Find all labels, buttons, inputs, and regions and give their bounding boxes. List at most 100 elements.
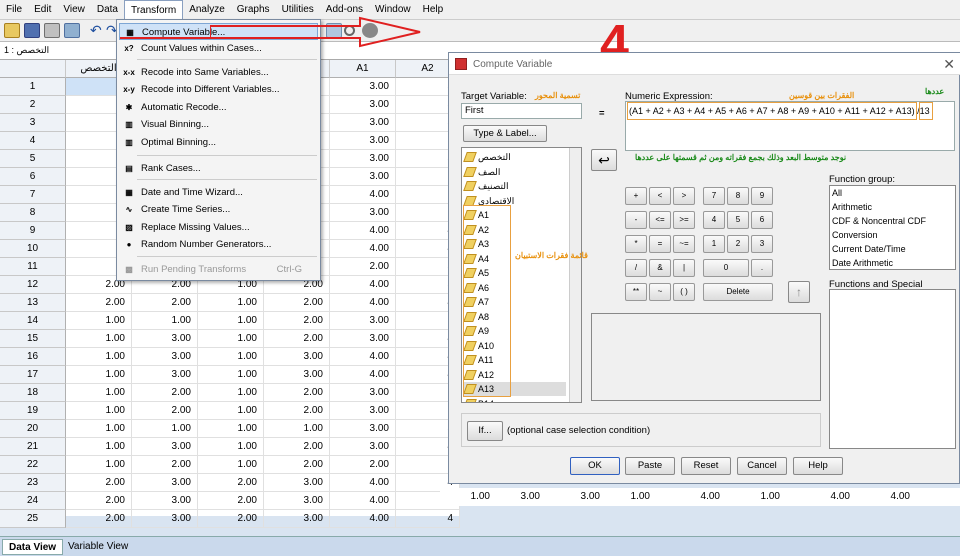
open-icon[interactable] <box>4 23 20 38</box>
row-header[interactable]: 23 <box>0 474 66 492</box>
keypad-button[interactable]: 5 <box>727 211 749 229</box>
table-cell[interactable]: 2.00 <box>66 294 132 312</box>
table-cell[interactable]: 4.00 <box>330 492 396 510</box>
table-cell[interactable]: 2.00 <box>264 402 330 420</box>
table-cell[interactable]: 1.00 <box>440 491 490 502</box>
table-cell[interactable]: 3.00 <box>330 96 396 114</box>
table-cell[interactable]: 1.00 <box>198 366 264 384</box>
row-header[interactable]: 4 <box>0 132 66 150</box>
menu-item-optimal-binning[interactable]: ▥ Optimal Binning... <box>119 134 318 151</box>
table-cell[interactable]: 4.00 <box>330 186 396 204</box>
help-button[interactable]: Help <box>793 457 843 475</box>
table-cell[interactable]: 3.00 <box>330 420 396 438</box>
functions-list[interactable] <box>829 289 956 449</box>
keypad-button[interactable]: 7 <box>703 187 725 205</box>
row-header[interactable]: 19 <box>0 402 66 420</box>
table-cell[interactable]: 3.00 <box>264 366 330 384</box>
table-cell[interactable]: 1.00 <box>66 420 132 438</box>
table-cell[interactable]: 4.00 <box>330 474 396 492</box>
row-header[interactable]: 14 <box>0 312 66 330</box>
table-cell[interactable]: 3.00 <box>330 168 396 186</box>
table-cell[interactable]: 2.00 <box>132 402 198 420</box>
row-header[interactable]: 11 <box>0 258 66 276</box>
keypad-button[interactable]: 8 <box>727 187 749 205</box>
row-header[interactable]: 17 <box>0 366 66 384</box>
keypad-button[interactable]: ** <box>625 283 647 301</box>
row-header[interactable]: 8 <box>0 204 66 222</box>
table-cell[interactable]: 2.00 <box>66 510 132 528</box>
function-group-item[interactable]: Current Date/Time <box>832 244 906 254</box>
table-cell[interactable]: 2.00 <box>132 456 198 474</box>
keypad-button[interactable]: ~ <box>649 283 671 301</box>
reset-button[interactable]: Reset <box>681 457 731 475</box>
variable-list-item[interactable]: الصف <box>463 165 566 179</box>
menu-item-replace-missing-values[interactable]: ▨ Replace Missing Values... <box>119 219 318 236</box>
menu-view[interactable]: View <box>57 0 91 20</box>
table-cell[interactable]: 4 <box>396 510 460 528</box>
row-header[interactable]: 24 <box>0 492 66 510</box>
keypad-button[interactable]: . <box>751 259 773 277</box>
table-cell[interactable]: 3.00 <box>264 510 330 528</box>
keypad-button[interactable]: > <box>673 187 695 205</box>
table-cell[interactable]: 1.00 <box>198 294 264 312</box>
keypad-button[interactable]: 9 <box>751 187 773 205</box>
menu-item-visual-binning[interactable]: ▥ Visual Binning... <box>119 116 318 133</box>
move-to-expression-button[interactable]: ↩ <box>591 149 617 171</box>
menu-item-recode-into-different-variables[interactable]: x-y Recode into Different Variables... <box>119 81 318 98</box>
row-header[interactable]: 10 <box>0 240 66 258</box>
table-cell[interactable]: 1.00 <box>66 312 132 330</box>
table-cell[interactable]: 4.00 <box>670 491 720 502</box>
table-cell[interactable]: 3.00 <box>132 510 198 528</box>
menu-file[interactable]: File <box>0 0 28 20</box>
table-cell[interactable]: 1.00 <box>198 330 264 348</box>
menu-item-create-time-series[interactable]: ∿ Create Time Series... <box>119 201 318 218</box>
keypad-button[interactable]: ( ) <box>673 283 695 301</box>
menu-item-automatic-recode[interactable]: ✱ Automatic Recode... <box>119 99 318 116</box>
table-cell[interactable]: 3.00 <box>550 491 600 502</box>
table-cell[interactable]: 4.00 <box>860 491 910 502</box>
row-header[interactable]: 5 <box>0 150 66 168</box>
keypad-button[interactable]: 0 <box>703 259 749 277</box>
table-cell[interactable]: 2.00 <box>198 474 264 492</box>
row-header[interactable]: 15 <box>0 330 66 348</box>
table-cell[interactable]: 4.00 <box>330 276 396 294</box>
table-cell[interactable]: 3.00 <box>330 114 396 132</box>
menu-edit[interactable]: Edit <box>28 0 57 20</box>
function-group-item[interactable]: Conversion <box>832 230 878 240</box>
row-header[interactable]: 1 <box>0 78 66 96</box>
function-group-item[interactable]: CDF & Noncentral CDF <box>832 216 926 226</box>
keypad-button[interactable]: 6 <box>751 211 773 229</box>
table-cell[interactable]: 2.00 <box>132 384 198 402</box>
table-cell[interactable]: 3.00 <box>330 402 396 420</box>
table-cell[interactable]: 3.00 <box>132 492 198 510</box>
row-header[interactable]: 2 <box>0 96 66 114</box>
column-header[interactable]: A1 <box>330 60 396 78</box>
table-cell[interactable]: 1.00 <box>66 402 132 420</box>
table-cell[interactable]: 3.00 <box>330 384 396 402</box>
table-cell[interactable]: 3.00 <box>264 348 330 366</box>
paste-button[interactable]: Paste <box>625 457 675 475</box>
row-header[interactable]: 25 <box>0 510 66 528</box>
row-header[interactable]: 22 <box>0 456 66 474</box>
tab-variable-view[interactable]: Variable View <box>62 539 134 555</box>
row-header[interactable]: 3 <box>0 114 66 132</box>
row-header[interactable]: 7 <box>0 186 66 204</box>
print-icon[interactable] <box>44 23 60 38</box>
dialog-recall-icon[interactable] <box>64 23 80 38</box>
table-cell[interactable]: 1.00 <box>66 330 132 348</box>
table-cell[interactable]: 3.00 <box>264 474 330 492</box>
row-header[interactable]: 16 <box>0 348 66 366</box>
table-cell[interactable]: 2.00 <box>198 492 264 510</box>
table-cell[interactable]: 1.00 <box>66 366 132 384</box>
keypad-button[interactable]: 4 <box>703 211 725 229</box>
table-cell[interactable]: 2.00 <box>264 456 330 474</box>
table-cell[interactable]: 1.00 <box>198 402 264 420</box>
table-cell[interactable]: 1.00 <box>198 456 264 474</box>
table-cell[interactable]: 3.00 <box>330 204 396 222</box>
table-cell[interactable]: 2.00 <box>264 294 330 312</box>
keypad-button[interactable]: Delete <box>703 283 773 301</box>
row-header[interactable]: 6 <box>0 168 66 186</box>
table-cell[interactable]: 3.00 <box>330 330 396 348</box>
table-cell[interactable]: 1.00 <box>198 312 264 330</box>
table-cell[interactable]: 2.00 <box>264 312 330 330</box>
